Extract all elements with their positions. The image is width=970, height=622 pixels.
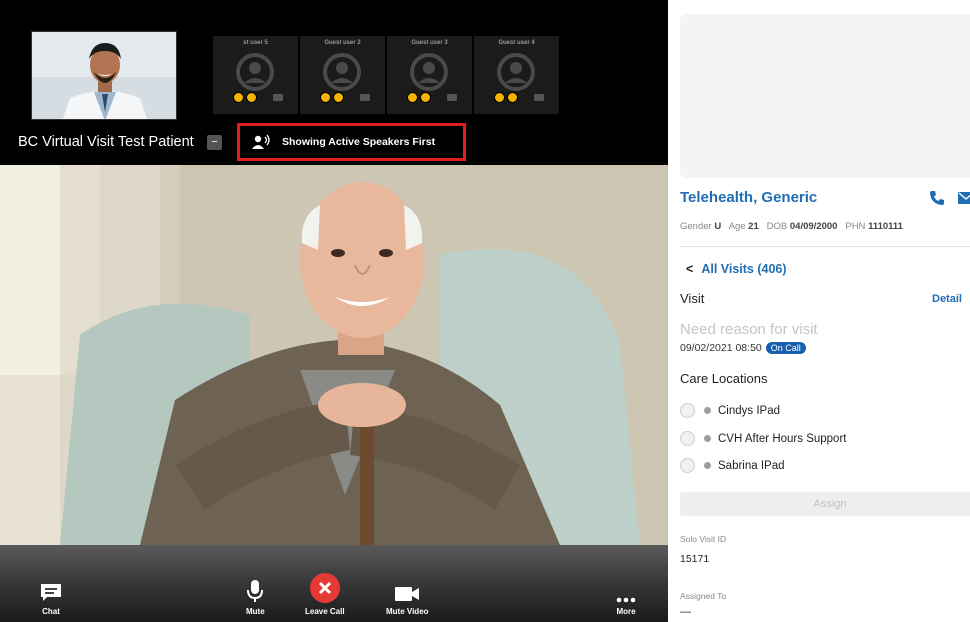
patient-name-label: BC Virtual Visit Test Patient bbox=[18, 134, 194, 150]
care-location-option[interactable]: Sabrina IPad bbox=[680, 458, 785, 473]
leave-call-label: Leave Call bbox=[305, 607, 345, 616]
radio-button[interactable] bbox=[680, 403, 695, 418]
gender-label: Gender bbox=[680, 221, 712, 232]
main-video-feed bbox=[0, 165, 668, 545]
care-location-label: Cindys IPad bbox=[718, 404, 781, 417]
call-control-bar: Chat Mute Leave Call Mute Video More bbox=[0, 545, 668, 622]
mic-status-icon bbox=[320, 92, 331, 103]
active-speaker-icon bbox=[252, 134, 270, 149]
chat-button[interactable]: Chat bbox=[40, 573, 62, 616]
chat-label: Chat bbox=[42, 607, 60, 616]
more-dots-icon bbox=[616, 573, 636, 603]
status-dot-icon bbox=[704, 407, 711, 414]
solo-visit-id-value: 15171 bbox=[680, 553, 710, 565]
assign-button[interactable]: Assign bbox=[680, 492, 970, 516]
guest-name: Guest user 3 bbox=[411, 40, 448, 46]
mute-label: Mute bbox=[246, 607, 265, 616]
patient-menu-button[interactable]: − bbox=[207, 135, 222, 150]
all-visits-link[interactable]: < All Visits (406) bbox=[686, 262, 787, 276]
visit-time-row: 09/02/2021 08:50 On Call bbox=[680, 342, 806, 354]
more-icon[interactable] bbox=[360, 94, 370, 101]
patient-demographics: Gender U Age 21 DOB 04/09/2000 PHN 11101… bbox=[680, 221, 903, 232]
age-label: Age bbox=[728, 221, 746, 232]
person-avatar-icon bbox=[497, 53, 535, 91]
care-location-label: CVH After Hours Support bbox=[718, 432, 847, 445]
mic-icon bbox=[246, 573, 264, 603]
video-status-icon bbox=[246, 92, 257, 103]
status-dot-icon bbox=[704, 462, 711, 469]
phn-value: 1110111 bbox=[868, 221, 903, 232]
doctor-image bbox=[32, 32, 176, 119]
visit-section-label: Visit bbox=[680, 291, 705, 306]
video-panel: st user 5 Guest user 2 Guest user 3 Gues… bbox=[0, 0, 668, 622]
video-status-icon bbox=[333, 92, 344, 103]
care-location-label: Sabrina IPad bbox=[718, 459, 785, 472]
patient-info-card bbox=[680, 14, 970, 178]
close-icon bbox=[309, 573, 340, 603]
more-icon[interactable] bbox=[534, 94, 544, 101]
active-speakers-label: Showing Active Speakers First bbox=[282, 136, 436, 148]
more-icon[interactable] bbox=[273, 94, 283, 101]
care-location-option[interactable]: CVH After Hours Support bbox=[680, 431, 846, 446]
video-status-icon bbox=[420, 92, 431, 103]
status-dot-icon bbox=[704, 435, 711, 442]
assigned-to-label: Assigned To bbox=[680, 591, 727, 601]
guest-status-icons bbox=[407, 92, 457, 103]
chevron-left-icon: < bbox=[686, 262, 694, 276]
radio-button[interactable] bbox=[680, 431, 695, 446]
mic-status-icon bbox=[407, 92, 418, 103]
phn-label: PHN bbox=[845, 221, 866, 232]
solo-visit-id-label: Solo Visit ID bbox=[680, 534, 727, 544]
chat-icon bbox=[40, 573, 62, 603]
age-value: 21 bbox=[748, 221, 759, 232]
host-video-thumbnail[interactable] bbox=[31, 31, 177, 120]
assigned-to-value: — bbox=[680, 606, 691, 618]
video-status-icon bbox=[507, 92, 518, 103]
dob-label: DOB bbox=[766, 221, 788, 232]
guest-tile[interactable]: Guest user 4 bbox=[474, 36, 560, 114]
mute-video-button[interactable]: Mute Video bbox=[386, 573, 429, 616]
mic-status-icon bbox=[494, 92, 505, 103]
guest-tile[interactable]: st user 5 bbox=[213, 36, 299, 114]
mail-icon[interactable] bbox=[958, 192, 970, 204]
active-speakers-toggle[interactable]: Showing Active Speakers First bbox=[237, 123, 466, 161]
person-avatar-icon bbox=[323, 53, 361, 91]
guest-name: st user 5 bbox=[243, 40, 268, 46]
guest-name: Guest user 4 bbox=[498, 40, 535, 46]
mic-status-icon bbox=[233, 92, 244, 103]
guest-status-icons bbox=[494, 92, 544, 103]
status-badge: On Call bbox=[765, 342, 806, 354]
visit-timestamp: 09/02/2021 08:50 bbox=[680, 342, 762, 354]
divider bbox=[680, 246, 970, 247]
participant-strip: st user 5 Guest user 2 Guest user 3 Gues… bbox=[0, 0, 668, 165]
guest-status-icons bbox=[320, 92, 370, 103]
more-label: More bbox=[616, 607, 636, 616]
more-icon[interactable] bbox=[447, 94, 457, 101]
patient-video-image bbox=[0, 165, 668, 545]
gender-value: U bbox=[714, 221, 722, 232]
mute-video-label: Mute Video bbox=[386, 607, 429, 616]
guest-tile[interactable]: Guest user 3 bbox=[387, 36, 473, 114]
care-locations-title: Care Locations bbox=[680, 371, 768, 386]
dob-value: 04/09/2000 bbox=[789, 221, 838, 232]
more-button[interactable]: More bbox=[616, 573, 636, 616]
all-visits-label: All Visits (406) bbox=[701, 262, 787, 276]
visit-reason-placeholder[interactable]: Need reason for visit bbox=[680, 321, 818, 338]
mute-button[interactable]: Mute bbox=[246, 573, 265, 616]
patient-side-panel: Telehealth, Generic Gender U Age 21 DOB … bbox=[668, 0, 970, 622]
radio-button[interactable] bbox=[680, 458, 695, 473]
guest-tile[interactable]: Guest user 2 bbox=[300, 36, 386, 114]
guest-name: Guest user 2 bbox=[324, 40, 361, 46]
guest-status-icons bbox=[233, 92, 283, 103]
detail-link[interactable]: Detail bbox=[932, 293, 962, 305]
phone-icon[interactable] bbox=[929, 190, 945, 206]
patient-name-heading[interactable]: Telehealth, Generic bbox=[680, 189, 817, 206]
care-location-option[interactable]: Cindys IPad bbox=[680, 403, 780, 418]
leave-call-button[interactable]: Leave Call bbox=[305, 573, 345, 616]
person-avatar-icon bbox=[236, 53, 274, 91]
person-avatar-icon bbox=[410, 53, 448, 91]
video-camera-icon bbox=[394, 573, 420, 603]
